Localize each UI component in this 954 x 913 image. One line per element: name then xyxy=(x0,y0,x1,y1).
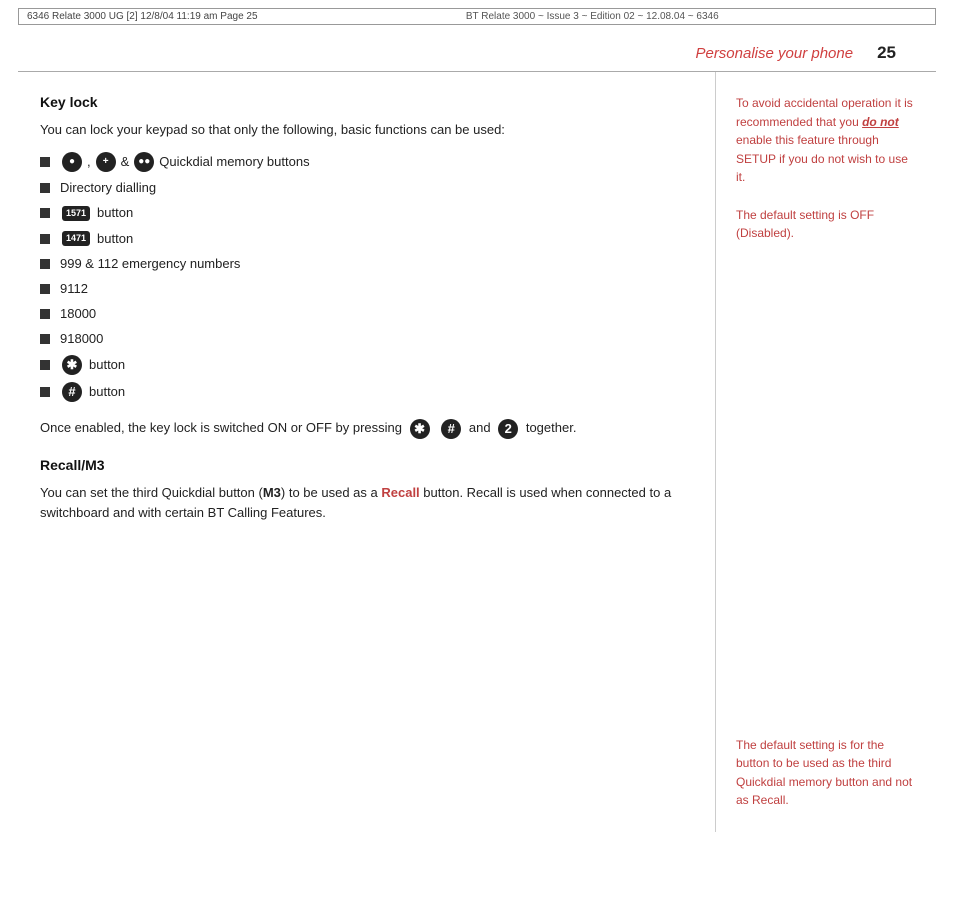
list-item: # button xyxy=(40,382,687,402)
recall-link: Recall xyxy=(381,485,419,500)
list-item-text: 918000 xyxy=(60,330,103,348)
sidebar-top-note: To avoid accidental operation it is reco… xyxy=(736,94,920,243)
sidebar-spacer xyxy=(736,263,920,736)
bullet-icon xyxy=(40,334,50,344)
list-item: 18000 xyxy=(40,305,687,323)
bullet-icon xyxy=(40,208,50,218)
bullet-icon xyxy=(40,387,50,397)
list-item: 9112 xyxy=(40,280,687,298)
recall-intro: You can set the third Quickdial button ( xyxy=(40,485,263,500)
hash-btn-icon: # xyxy=(62,382,82,402)
num-badge-1571: 1571 xyxy=(62,206,90,221)
recall-m3-section: Recall/M3 You can set the third Quickdia… xyxy=(40,457,687,523)
bullet-icon xyxy=(40,284,50,294)
quickdial-label: Quickdial memory buttons xyxy=(159,153,309,171)
header-center: BT Relate 3000 ~ Issue 3 ~ Edition 02 ~ … xyxy=(466,11,719,22)
quickdial-btn-2: + xyxy=(96,152,116,172)
list-item-text: button xyxy=(97,230,133,248)
m3-label: M3 xyxy=(263,485,281,500)
list-item: 918000 xyxy=(40,330,687,348)
list-item-text: 9112 xyxy=(60,280,88,298)
sidebar-inner: To avoid accidental operation it is reco… xyxy=(736,94,920,810)
sidebar-note-end: enable this feature through SETUP if you… xyxy=(736,133,908,184)
list-item: ✱ button xyxy=(40,355,687,375)
default-off-text: The default setting is OFF (Disabled). xyxy=(736,208,874,241)
list-item-text: 999 & 112 emergency numbers xyxy=(60,255,240,273)
bullet-icon xyxy=(40,234,50,244)
page-wrapper: 6346 Relate 3000 UG [2] 12/8/04 11:19 am… xyxy=(0,8,954,913)
once-enabled-text: Once enabled, the key lock is switched O… xyxy=(40,420,402,435)
recall-intro-end: ) to be used as a xyxy=(281,485,378,500)
list-item-text: button xyxy=(97,204,133,222)
right-column: To avoid accidental operation it is reco… xyxy=(716,72,936,832)
key-lock-heading: Key lock xyxy=(40,94,687,110)
bullet-icon xyxy=(40,183,50,193)
list-item: 999 & 112 emergency numbers xyxy=(40,255,687,273)
top-header: 6346 Relate 3000 UG [2] 12/8/04 11:19 am… xyxy=(18,8,936,25)
page-title: Personalise your phone xyxy=(695,45,853,62)
page-header-row: Personalise your phone 25 xyxy=(18,25,936,72)
quickdial-row: ●, + & ●● Quickdial memory buttons xyxy=(60,152,310,172)
do-not-text: do not xyxy=(862,115,899,129)
recall-m3-heading: Recall/M3 xyxy=(40,457,687,473)
quickdial-btn-3: ●● xyxy=(134,152,154,172)
bullet-icon xyxy=(40,360,50,370)
sidebar-bottom-note: The default setting is for the button to… xyxy=(736,736,920,810)
list-item-text: 18000 xyxy=(60,305,96,323)
bullet-icon xyxy=(40,259,50,269)
bullet-icon xyxy=(40,157,50,167)
list-item: 1571 button xyxy=(40,204,687,222)
list-item: 1471 button xyxy=(40,230,687,248)
key-lock-bullet-list: ●, + & ●● Quickdial memory buttons Direc… xyxy=(40,152,687,402)
left-column: Key lock You can lock your keypad so tha… xyxy=(18,72,716,832)
key-lock-intro: You can lock your keypad so that only th… xyxy=(40,120,687,140)
once-enabled-end: together. xyxy=(526,420,577,435)
key-lock-section: Key lock You can lock your keypad so tha… xyxy=(40,94,687,439)
two-btn-inline: 2 xyxy=(498,419,518,439)
num-badge-1471: 1471 xyxy=(62,231,90,246)
hash-btn-inline: # xyxy=(441,419,461,439)
quickdial-btn-1: ● xyxy=(62,152,82,172)
bullet-icon xyxy=(40,309,50,319)
list-item-text: Directory dialling xyxy=(60,179,156,197)
list-item: Directory dialling xyxy=(40,179,687,197)
and-text: and xyxy=(469,420,491,435)
recall-m3-text: You can set the third Quickdial button (… xyxy=(40,483,687,523)
star-btn-inline: ✱ xyxy=(410,419,430,439)
once-enabled-paragraph: Once enabled, the key lock is switched O… xyxy=(40,418,687,439)
list-item-text: button xyxy=(89,383,125,401)
list-item-text: button xyxy=(89,356,125,374)
header-left: 6346 Relate 3000 UG [2] 12/8/04 11:19 am… xyxy=(27,11,258,22)
star-btn-icon: ✱ xyxy=(62,355,82,375)
page-number: 25 xyxy=(877,43,896,63)
main-content: Key lock You can lock your keypad so tha… xyxy=(18,72,936,832)
list-item: ●, + & ●● Quickdial memory buttons xyxy=(40,152,687,172)
